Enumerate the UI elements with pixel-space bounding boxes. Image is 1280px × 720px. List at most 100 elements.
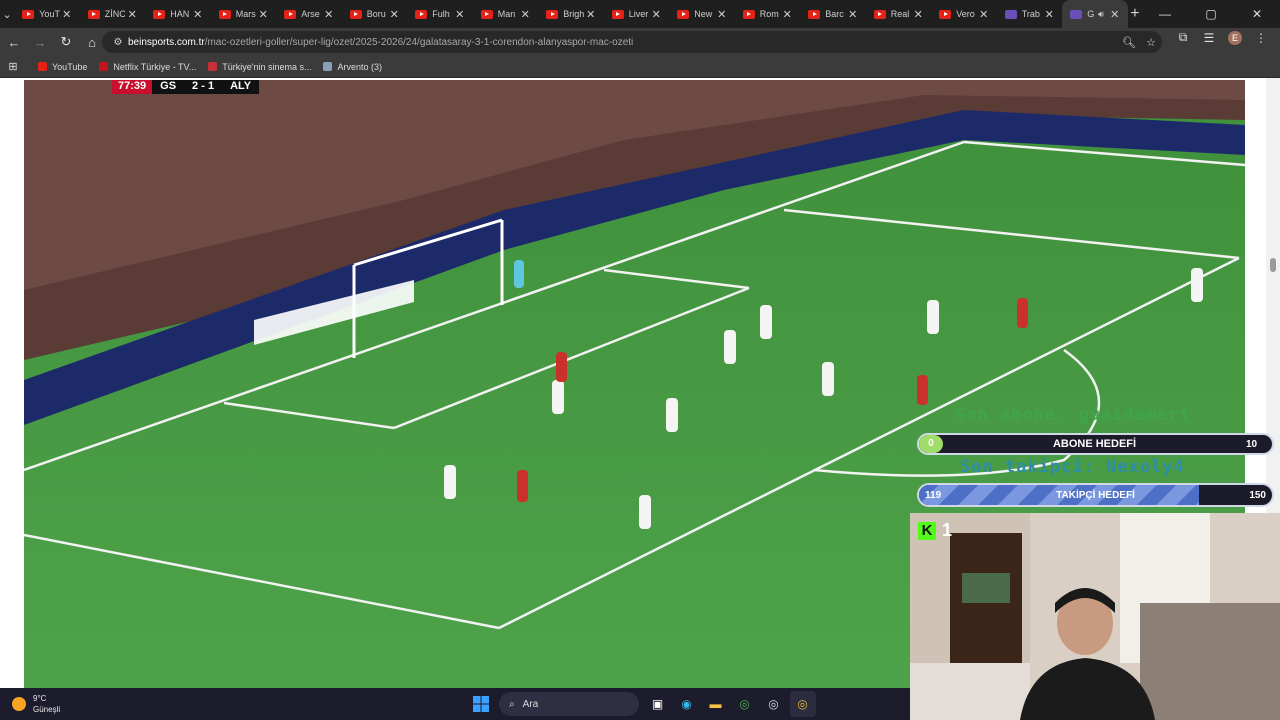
forward-button[interactable]: → [28,30,52,54]
browser-tab[interactable]: Trab ✕ [997,0,1063,28]
subscriber-goal-target: 10 [1246,438,1258,450]
close-tab-icon[interactable]: ✕ [780,8,794,21]
youtube-favicon-icon [284,9,297,19]
youtube-favicon-icon [218,9,231,19]
close-tab-icon[interactable]: ✕ [453,8,467,21]
tab-title: G [1087,9,1095,19]
audio-playing-icon[interactable]: 🔊︎ [1098,9,1104,20]
url-domain: beinsports.com.tr [128,36,205,48]
arrow-right-icon: → [33,34,47,50]
close-tab-icon[interactable]: ✕ [256,8,270,21]
bookmark-star-icon[interactable]: ☆ [1140,36,1162,49]
tab-title: YouT [39,9,60,19]
youtube-favicon-icon [611,9,624,19]
file-explorer-icon[interactable]: ▬ [703,691,729,717]
browser-tab[interactable]: Vero ✕ [931,0,997,28]
browser-tab[interactable]: YouT ✕ [14,0,80,28]
close-tab-icon[interactable]: ✕ [715,8,729,21]
tab-title: Rom [759,9,779,19]
reload-button[interactable]: ↻ [54,30,78,54]
edge-browser-icon[interactable]: ◉ [674,691,700,717]
browser-tab[interactable]: Man ✕ [473,0,539,28]
youtube-favicon-icon [873,9,886,19]
home-button[interactable]: ⌂ [80,30,104,54]
close-tab-icon[interactable]: ✕ [1108,8,1122,21]
menu-icon[interactable]: ⋮ [1248,31,1274,45]
address-bar[interactable]: ⚙ beinsports.com.tr/mac-ozetleri-goller/… [102,31,1162,53]
kick-viewer-count: 1 [942,520,953,540]
back-button[interactable]: ← [2,30,26,54]
youtube-favicon-icon [939,9,952,19]
chrome-active-icon[interactable]: ◎ [789,691,816,717]
browser-tab[interactable]: ZİNC ✕ [80,0,146,28]
taskbar-search[interactable]: ⌕ Ara [499,692,639,716]
browser-tab[interactable]: Rom ✕ [735,0,801,28]
tab-title: Vero [956,9,975,19]
youtube-favicon-icon [22,9,35,19]
score-bug: 77:39 GS 2 - 1 ALY [112,80,260,94]
youtube-favicon-icon [349,9,362,19]
close-tab-icon[interactable]: ✕ [60,8,74,21]
bookmark-list: YouTube Netflix Türkiye - TV... Türkiye'ni… [26,62,382,72]
new-tab-button[interactable]: + [1128,5,1142,23]
close-tab-icon[interactable]: ✕ [125,8,139,21]
close-button[interactable]: ✕ [1234,7,1280,21]
arrow-left-icon: ← [7,34,21,50]
windows-taskbar: 9°C Güneşli ⌕ Ara ▣ ◉ ▬ ◎ ◎ ◎ [0,688,910,720]
browser-tab[interactable]: Barc ✕ [800,0,866,28]
bookmark-label: Arvento (3) [337,61,383,72]
bookmarks-bar: ⊞ YouTube Netflix Türkiye - TV... Türkiye'… [0,56,1280,78]
bookmark-item[interactable]: YouTube [38,62,87,72]
tab-search-button[interactable]: ⌄ [0,0,14,28]
chrome-alt-icon[interactable]: ◎ [761,691,787,717]
tab-list: YouT ✕ ZİNC ✕ HAN ✕ Mars ✕ Arse ✕ Boru ✕ Fulh ✕ Man ✕ Br… [14,0,1128,28]
browser-tab[interactable]: Mars ✕ [211,0,277,28]
weather-widget[interactable]: 9°C Güneşli [12,693,60,715]
browser-tab[interactable]: Boru ✕ [342,0,408,28]
task-view-icon[interactable]: ▣ [645,691,671,717]
zoom-icon[interactable]: 🔍︎ [1118,36,1140,49]
last-subscriber-ticker: Son abone: guaidemert [955,405,1191,425]
close-tab-icon[interactable]: ✕ [518,8,532,21]
bookmark-item[interactable]: Türkiye'nin sinema s... [208,62,311,72]
browser-tab[interactable]: Arse ✕ [276,0,342,28]
bookmark-label: Netflix Türkiye - TV... [113,61,197,72]
browser-tab[interactable]: Real ✕ [866,0,932,28]
close-tab-icon[interactable]: ✕ [1042,8,1056,21]
browser-tab[interactable]: Fulh ✕ [407,0,473,28]
close-tab-icon[interactable]: ✕ [322,8,336,21]
browser-tab[interactable]: New ✕ [669,0,735,28]
browser-tab[interactable]: Brigh ✕ [538,0,604,28]
apps-grid-icon[interactable]: ⊞ [0,60,26,73]
site-info-icon[interactable]: ⚙ [108,37,128,48]
close-tab-icon[interactable]: ✕ [846,8,860,21]
home-icon: ⌂ [88,34,96,50]
close-tab-icon[interactable]: ✕ [584,8,598,21]
minimize-button[interactable]: — [1142,7,1188,21]
extensions-icon[interactable]: ⧉ [1170,30,1196,45]
youtube-favicon-icon [153,9,166,19]
youtube-favicon-icon [677,9,690,19]
tab-title: Barc [825,9,844,19]
close-tab-icon[interactable]: ✕ [191,8,205,21]
bookmark-favicon-icon [323,62,333,71]
close-tab-icon[interactable]: ✕ [977,8,991,21]
kick-logo-icon: K [918,521,936,540]
chrome-icon[interactable]: ◎ [732,691,758,717]
scrollbar-thumb[interactable] [1270,258,1276,272]
browser-tab[interactable]: HAN ✕ [145,0,211,28]
browser-tab[interactable]: Liver ✕ [604,0,670,28]
tab-title: Man [497,9,516,19]
browser-tab[interactable]: G 🔊︎ ✕ [1062,0,1128,28]
bookmark-item[interactable]: Netflix Türkiye - TV... [99,62,196,72]
kick-counter: K 1 [918,520,952,541]
bookmark-item[interactable]: Arvento (3) [323,62,382,72]
windows-start-icon[interactable] [468,691,494,717]
profile-avatar[interactable]: E [1228,30,1242,45]
close-tab-icon[interactable]: ✕ [911,8,925,21]
maximize-button[interactable]: ▢ [1188,7,1234,21]
bookmark-label: Türkiye'nin sinema s... [222,61,312,72]
reading-list-icon[interactable]: ☰ [1196,31,1222,45]
close-tab-icon[interactable]: ✕ [649,8,663,21]
close-tab-icon[interactable]: ✕ [387,8,401,21]
